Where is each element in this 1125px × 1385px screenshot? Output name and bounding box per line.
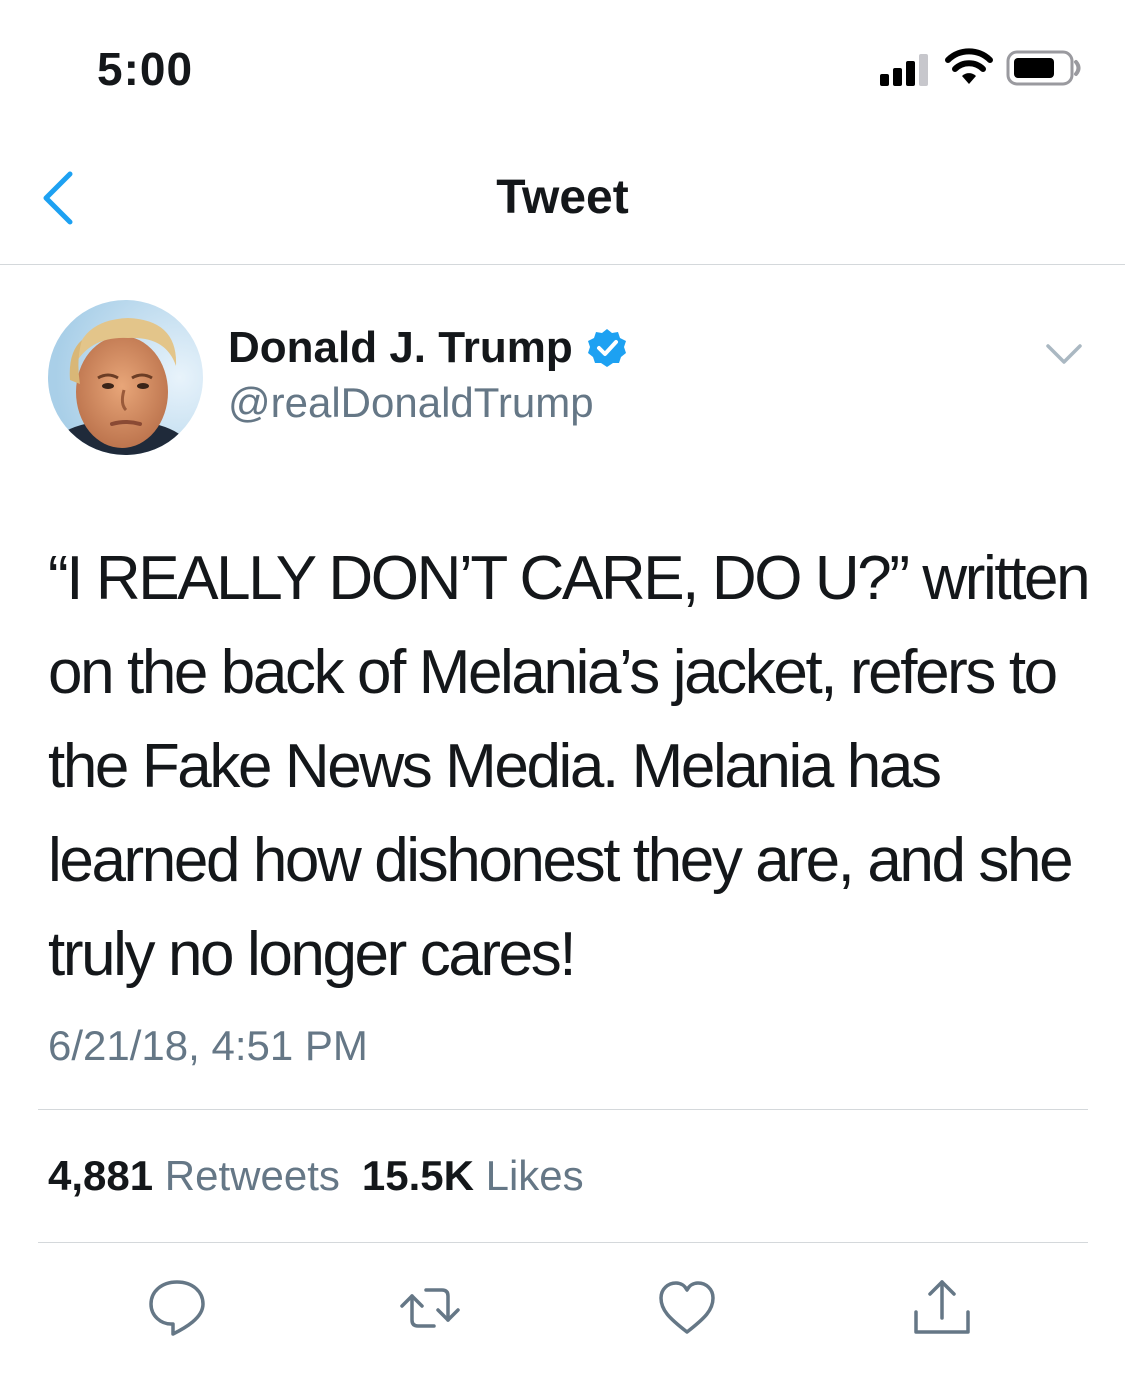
- share-icon[interactable]: [910, 1276, 974, 1340]
- status-time: 5:00: [97, 43, 194, 95]
- author-name-text: Donald J. Trump: [228, 323, 573, 372]
- author-name[interactable]: Donald J. Trump: [228, 318, 627, 378]
- likes-label: Likes: [485, 1152, 584, 1199]
- battery-icon: [1006, 50, 1081, 86]
- likes-count: 15.5K: [361, 1152, 474, 1199]
- author-handle[interactable]: @realDonaldTrump: [228, 376, 594, 430]
- nav-divider: [0, 264, 1125, 265]
- tweet-stats: 4,881 Retweets 15.5K Likes: [48, 1148, 584, 1204]
- page-title: Tweet: [496, 171, 629, 224]
- retweets-stat[interactable]: 4,881 Retweets: [48, 1152, 340, 1199]
- avatar[interactable]: [48, 300, 203, 455]
- chevron-down-icon[interactable]: [1044, 340, 1084, 370]
- wifi-icon: [945, 48, 993, 84]
- retweets-label: Retweets: [164, 1152, 340, 1199]
- likes-stat[interactable]: 15.5K Likes: [362, 1152, 584, 1199]
- tweet-text: “I REALLY DON’T CARE, DO U?” written on …: [48, 544, 1091, 989]
- retweets-count: 4,881: [48, 1152, 154, 1199]
- like-icon[interactable]: [655, 1276, 719, 1340]
- divider: [38, 1242, 1088, 1243]
- reply-icon[interactable]: [145, 1276, 209, 1340]
- divider: [38, 1109, 1088, 1110]
- tweet-timestamp: 6/21/18, 4:51 PM: [48, 1022, 368, 1069]
- cellular-signal-icon: [880, 54, 928, 86]
- retweet-icon[interactable]: [398, 1276, 462, 1340]
- verified-badge-icon: [587, 329, 626, 367]
